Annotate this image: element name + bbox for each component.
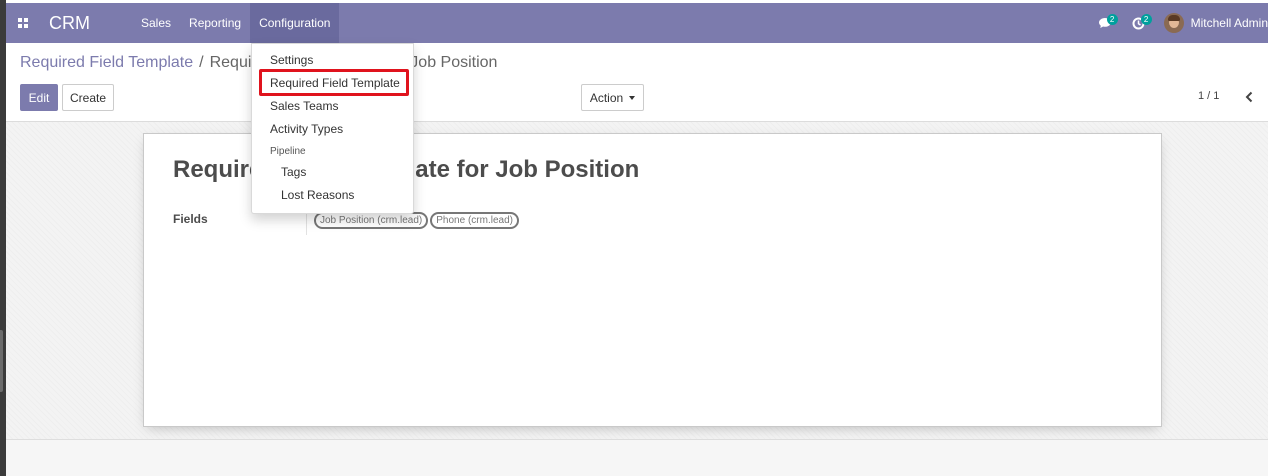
user-name: Mitchell Admin	[1190, 16, 1268, 30]
messages-badge: 2	[1106, 14, 1118, 25]
dropdown-item-settings[interactable]: Settings	[270, 53, 313, 67]
configuration-dropdown: Settings Required Field Template Sales T…	[251, 43, 414, 214]
content-footer-area	[6, 439, 1268, 476]
action-label: Action	[589, 90, 624, 105]
menu-sales[interactable]: Sales	[132, 3, 180, 43]
chevron-left-icon	[1245, 91, 1253, 103]
dropdown-item-lost-reasons[interactable]: Lost Reasons	[281, 188, 354, 202]
action-button[interactable]: Action	[581, 84, 644, 111]
activities-badge: 2	[1140, 14, 1152, 25]
tag-job-position[interactable]: Job Position (crm.lead)	[314, 212, 429, 229]
control-panel: Required Field Template / Required Field T…	[6, 43, 1268, 122]
messages-button[interactable]: 2	[1088, 3, 1122, 43]
breadcrumb-parent-link[interactable]: Required Field Template	[20, 54, 193, 71]
systray: 2 2 Mitchell Admin	[1088, 3, 1268, 43]
top-navbar: CRM Sales Reporting Configuration 2 2 Mi…	[6, 3, 1268, 43]
avatar	[1163, 13, 1184, 33]
user-menu[interactable]: Mitchell Admin	[1156, 13, 1268, 33]
menu-configuration[interactable]: Configuration	[250, 3, 340, 43]
pager-value[interactable]: 1 / 1	[1198, 90, 1219, 102]
breadcrumb-separator: /	[199, 54, 204, 71]
menu-reporting[interactable]: Reporting	[180, 3, 250, 43]
field-tags: Job Position (crm.lead) Phone (crm.lead)	[314, 212, 521, 229]
fields-label: Fields	[173, 212, 208, 226]
create-button[interactable]: Create	[62, 84, 114, 111]
caret-down-icon	[629, 95, 636, 100]
pager-previous-button[interactable]	[1242, 87, 1256, 107]
dropdown-item-sales-teams[interactable]: Sales Teams	[270, 99, 338, 113]
dropdown-item-tags[interactable]: Tags	[281, 165, 306, 179]
window-edge-handle[interactable]	[0, 330, 3, 392]
dropdown-item-required-field-template[interactable]: Required Field Template	[270, 76, 400, 90]
apps-menu-button[interactable]	[6, 3, 40, 43]
tag-phone[interactable]: Phone (crm.lead)	[430, 212, 519, 229]
apps-grid-icon	[18, 18, 28, 28]
activities-button[interactable]: 2	[1122, 3, 1156, 43]
dropdown-header-pipeline: Pipeline	[270, 146, 306, 157]
edit-button[interactable]: Edit	[20, 84, 58, 111]
app-brand[interactable]: CRM	[49, 13, 90, 34]
dropdown-item-activity-types[interactable]: Activity Types	[270, 122, 343, 136]
